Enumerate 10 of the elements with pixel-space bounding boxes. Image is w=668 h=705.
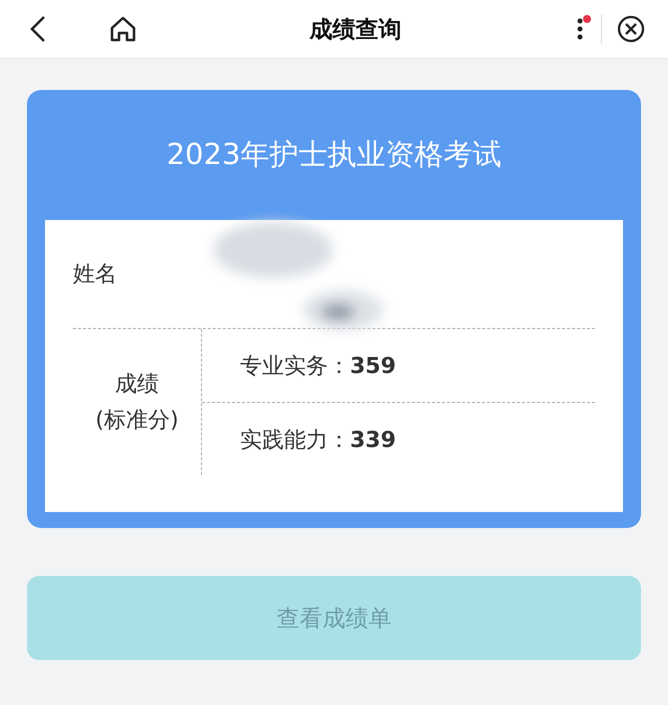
close-icon[interactable] (616, 14, 646, 44)
score-text: 实践能力：339 (240, 426, 396, 454)
name-label: 姓名 (73, 261, 117, 289)
score-label: 成绩 (115, 371, 159, 399)
score-label: (标准分) (95, 407, 179, 435)
page-title: 成绩查询 (308, 16, 402, 44)
exam-title: 2023年护士执业资格考试 (166, 136, 502, 173)
home-icon[interactable] (108, 14, 138, 44)
score-text: 专业实务：359 (240, 352, 396, 380)
back-icon[interactable] (28, 14, 48, 44)
